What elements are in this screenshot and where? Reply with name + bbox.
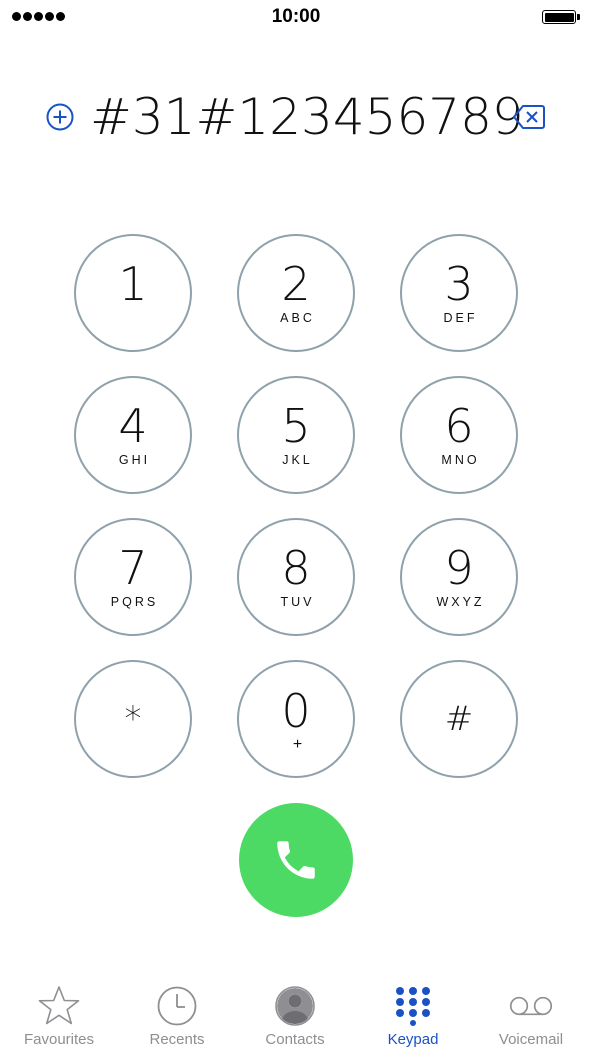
- tab-favourites[interactable]: Favourites: [0, 972, 118, 1052]
- key-digit: 1: [118, 257, 148, 311]
- key-letters: [132, 311, 135, 325]
- key-digit: 8: [281, 541, 311, 595]
- key-digit: 7: [118, 541, 148, 595]
- tab-bar: Favourites Recents Contacts Keypad Voice…: [0, 972, 592, 1052]
- add-contact-button[interactable]: [46, 103, 74, 131]
- key-digit: 3: [444, 257, 474, 311]
- tab-label: Voicemail: [498, 1031, 564, 1048]
- key-letters: MNO: [441, 453, 480, 467]
- key-digit: #: [444, 699, 474, 739]
- key-8[interactable]: 8 TUV: [237, 518, 355, 636]
- backspace-icon: [513, 105, 545, 129]
- key-3[interactable]: 3 DEF: [400, 234, 518, 352]
- key-letters: GHI: [118, 453, 151, 467]
- key-5[interactable]: 5 JKL: [237, 376, 355, 494]
- key-digit: 0: [281, 684, 311, 738]
- tab-recents[interactable]: Recents: [118, 972, 236, 1052]
- plus-circle-icon: [46, 103, 74, 131]
- key-letters: TUV: [280, 595, 315, 609]
- key-digit: 4: [118, 399, 148, 453]
- tab-keypad[interactable]: Keypad: [354, 972, 472, 1052]
- tab-label: Contacts: [265, 1031, 325, 1048]
- key-0[interactable]: 0 +: [237, 660, 355, 778]
- key-2[interactable]: 2 ABC: [237, 234, 355, 352]
- clock-icon: [154, 984, 200, 1028]
- key-letters: +: [292, 736, 303, 753]
- status-bar: 10:00: [0, 0, 592, 34]
- key-hash[interactable]: #: [400, 660, 518, 778]
- key-letters: ABC: [280, 311, 315, 325]
- key-letters: DEF: [443, 311, 478, 325]
- key-digit: *: [124, 699, 142, 739]
- tab-label: Recents: [149, 1031, 205, 1048]
- star-icon: [36, 984, 82, 1028]
- keypad-grid-icon: [390, 984, 436, 1028]
- tab-label: Keypad: [387, 1031, 439, 1048]
- tab-label: Favourites: [23, 1031, 95, 1048]
- status-time: 10:00: [271, 6, 321, 27]
- key-digit: 9: [444, 541, 474, 595]
- key-letters: PQRS: [110, 595, 159, 609]
- key-letters: JKL: [282, 453, 313, 467]
- tab-contacts[interactable]: Contacts: [236, 972, 354, 1052]
- tab-voicemail[interactable]: Voicemail: [472, 972, 590, 1052]
- battery-icon: [542, 10, 580, 24]
- key-letters: WXYZ: [436, 595, 485, 609]
- voicemail-icon: [508, 984, 554, 1028]
- key-9[interactable]: 9 WXYZ: [400, 518, 518, 636]
- person-icon: [272, 984, 318, 1028]
- phone-icon: [277, 841, 315, 879]
- key-digit: 2: [281, 257, 311, 311]
- call-button[interactable]: [239, 803, 353, 917]
- key-6[interactable]: 6 MNO: [400, 376, 518, 494]
- key-digit: 6: [444, 399, 474, 453]
- dialed-number-display: #31#123456789: [90, 88, 524, 146]
- key-1[interactable]: 1: [74, 234, 192, 352]
- delete-button[interactable]: [512, 103, 546, 131]
- key-7[interactable]: 7 PQRS: [74, 518, 192, 636]
- key-digit: 5: [281, 399, 311, 453]
- key-star[interactable]: *: [74, 660, 192, 778]
- key-4[interactable]: 4 GHI: [74, 376, 192, 494]
